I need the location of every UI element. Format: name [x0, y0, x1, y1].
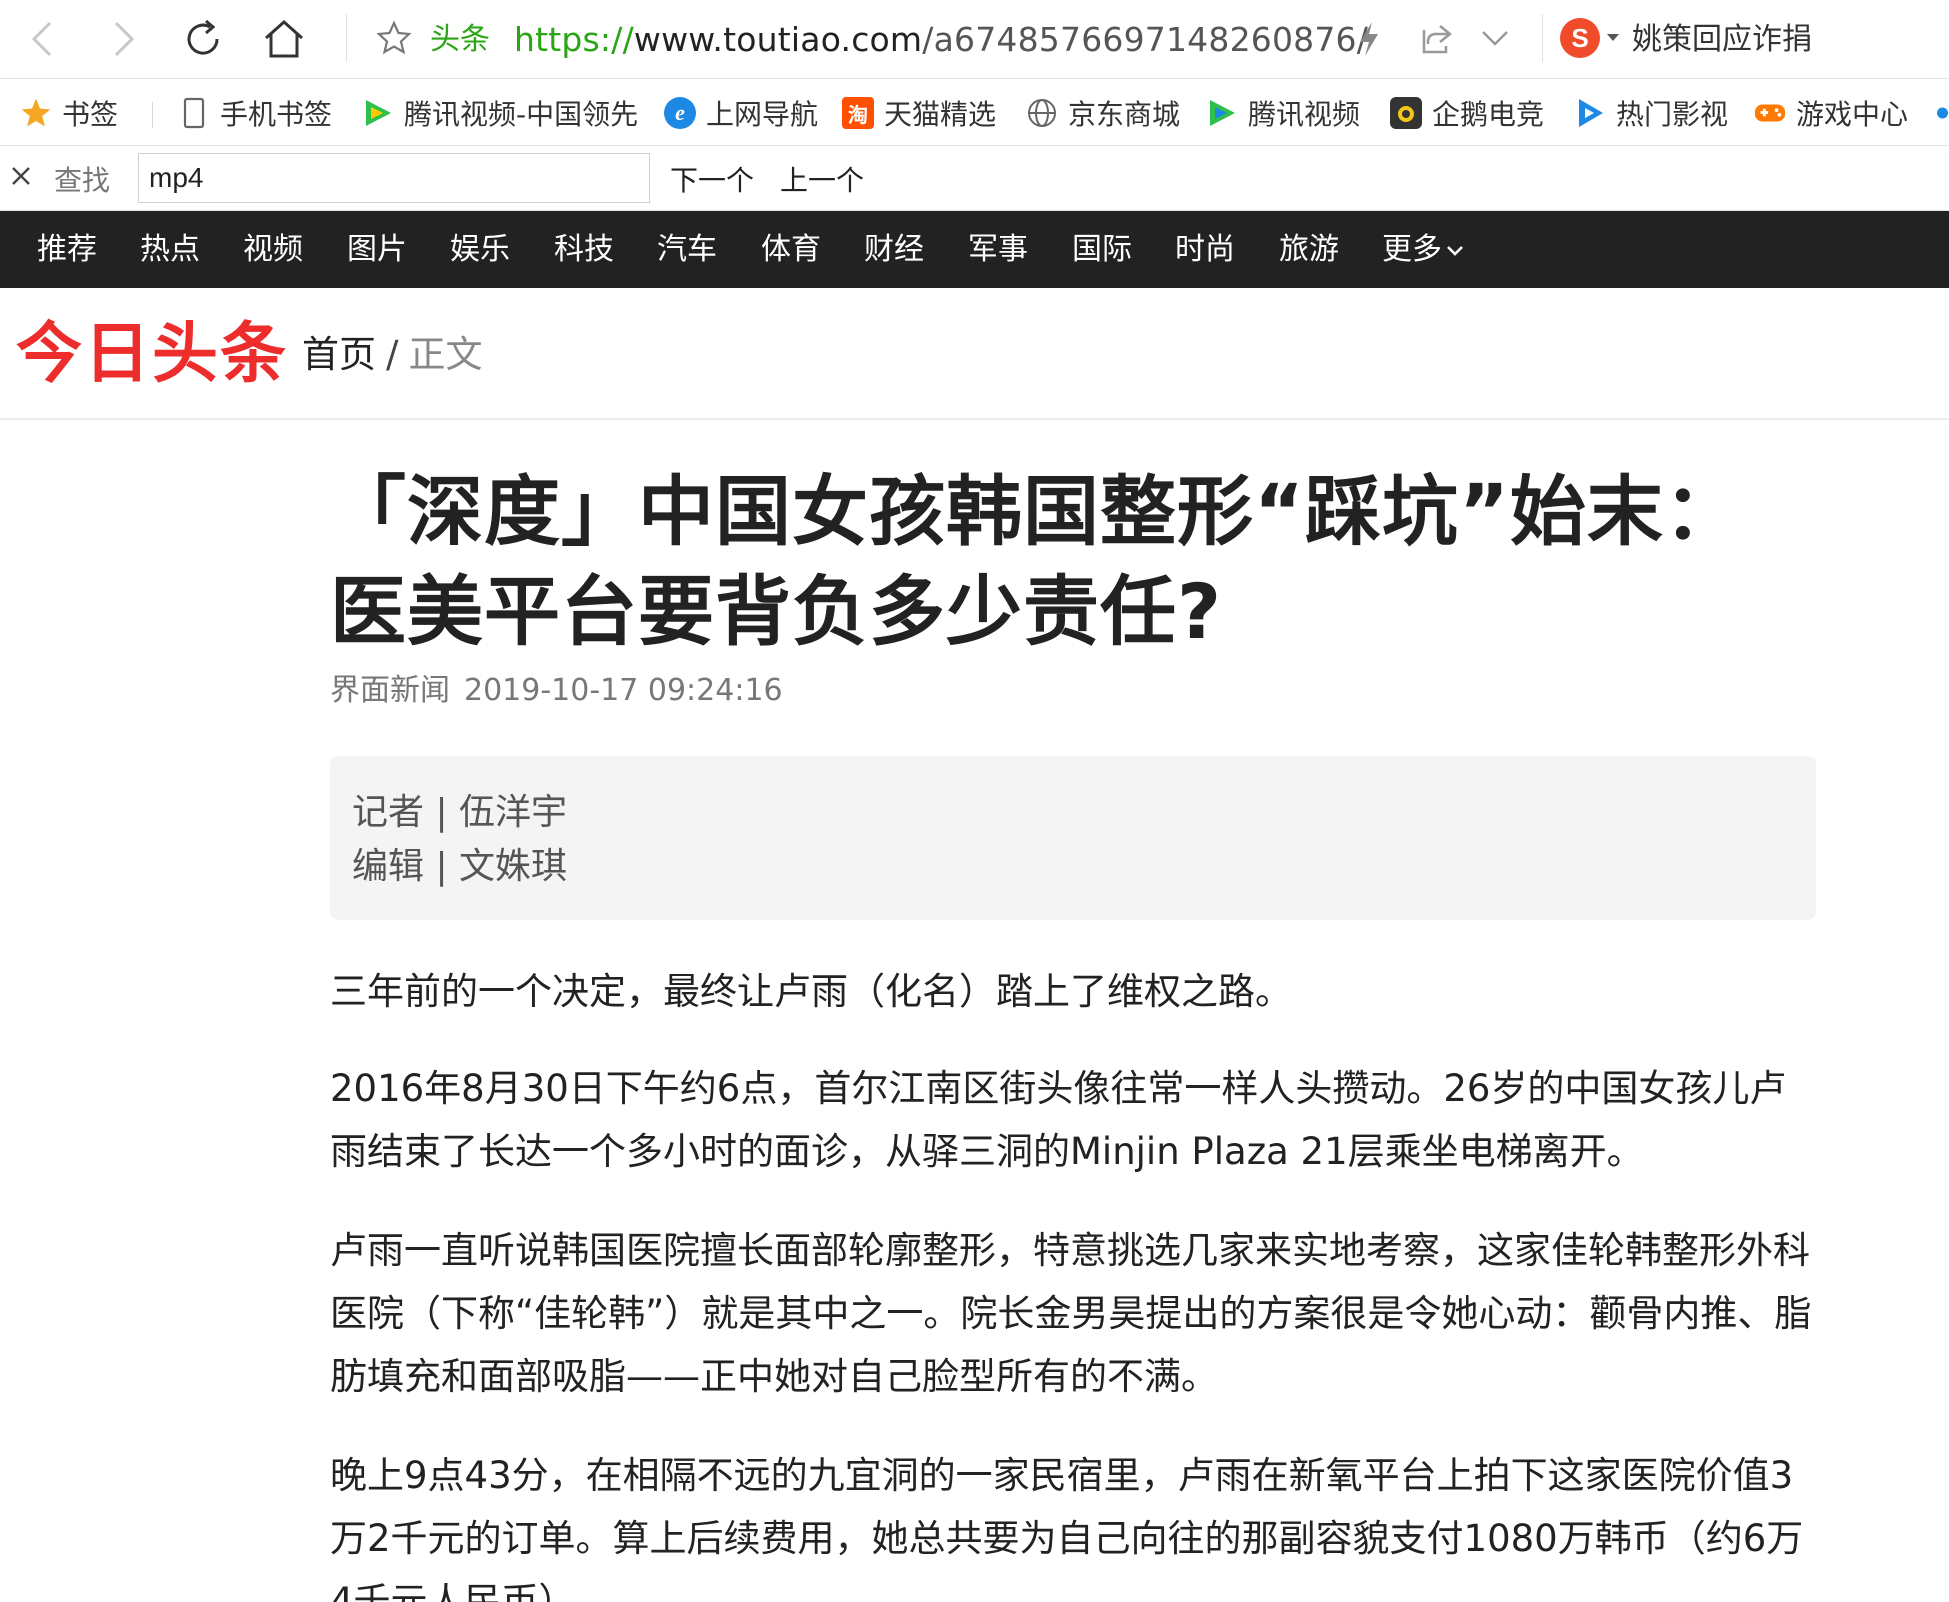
toolbar-divider — [346, 14, 347, 62]
more-bookmarks-icon — [1936, 97, 1949, 129]
channel-international[interactable]: 国际 — [1072, 211, 1132, 288]
find-bar: 查找 mp4 下一个 上一个 — [0, 147, 1949, 211]
find-next-button[interactable]: 下一个 — [670, 161, 754, 201]
forward-icon[interactable] — [104, 14, 144, 64]
channel-recommend[interactable]: 推荐 — [37, 211, 97, 288]
bookmark-tmall[interactable]: 淘 天猫精选 — [842, 92, 996, 134]
taobao-icon: 淘 — [842, 97, 874, 129]
tencent-video-icon — [362, 97, 394, 129]
breadcrumb-separator: / — [386, 333, 399, 376]
channel-fashion[interactable]: 时尚 — [1175, 211, 1235, 288]
channel-auto[interactable]: 汽车 — [657, 211, 717, 288]
reload-icon[interactable] — [180, 14, 226, 64]
home-icon[interactable] — [260, 14, 308, 64]
bookmarks-bar: 书签 手机书签 腾讯视频-中国领先 e 上网导航 淘 天猫精选 京东商城 腾讯视… — [0, 80, 1949, 146]
article-source[interactable]: 界面新闻 — [330, 673, 450, 708]
bookmark-label: 腾讯视频 — [1248, 98, 1361, 131]
caret-down-icon — [1607, 34, 1619, 41]
lightning-icon[interactable] — [1356, 20, 1382, 62]
bookmark-tencent-video-cn[interactable]: 腾讯视频-中国领先 — [362, 92, 638, 134]
article-title: 「深度」中国女孩韩国整形“踩坑”始末：医美平台要背负多少责任? — [330, 467, 1741, 656]
credits-box: 记者 | 伍洋宇 编辑 | 文姝琪 — [330, 756, 1816, 920]
channel-video[interactable]: 视频 — [243, 211, 303, 288]
breadcrumb-home[interactable]: 首页 — [302, 333, 376, 376]
find-input[interactable]: mp4 — [138, 153, 650, 203]
bookmark-label: 企鹅电竞 — [1432, 98, 1545, 131]
bookmark-jd[interactable]: 京东商城 — [1026, 92, 1180, 134]
chevron-down-icon[interactable] — [1480, 28, 1510, 52]
channel-hot[interactable]: 热点 — [140, 211, 200, 288]
bookmark-star-icon[interactable] — [376, 20, 412, 60]
credit-reporter: 记者 | 伍洋宇 — [352, 792, 568, 833]
star-icon — [20, 97, 52, 129]
credit-editor: 编辑 | 文姝琪 — [352, 846, 568, 887]
channel-finance[interactable]: 财经 — [864, 211, 924, 288]
bookmark-label: 上网导航 — [706, 98, 819, 131]
article-paragraph: 卢雨一直听说韩国医院擅长面部轮廓整形，特意挑选几家来实地考察，这家佳轮韩整形外科… — [330, 1229, 1812, 1398]
channel-nav: 推荐 热点 视频 图片 娱乐 科技 汽车 体育 财经 军事 国际 时尚 旅游 更… — [0, 211, 1949, 288]
bookmark-label: 天猫精选 — [884, 98, 997, 131]
back-icon[interactable] — [22, 14, 62, 64]
bookmark-label: 京东商城 — [1068, 98, 1181, 131]
ie-icon: e — [664, 97, 696, 129]
site-tag: 头条 — [430, 22, 490, 57]
channel-more[interactable]: 更多 — [1382, 211, 1464, 288]
url-domain: www.toutiao.com — [633, 20, 923, 59]
article-paragraph: 晚上9点43分，在相隔不远的九宜洞的一家民宿里，卢雨在新氧平台上拍下这家医院价值… — [330, 1454, 1804, 1602]
article-paragraph: 2016年8月30日下午约6点，首尔江南区街头像往常一样人头攒动。26岁的中国女… — [330, 1067, 1787, 1173]
bookmark-label: 热门影视 — [1616, 98, 1729, 131]
bookmarks-divider — [152, 102, 153, 128]
channel-tech[interactable]: 科技 — [554, 211, 614, 288]
find-prev-button[interactable]: 上一个 — [780, 161, 864, 201]
url-field[interactable]: https://www.toutiao.com/a674857669714826… — [514, 18, 1368, 62]
article-paragraph: 三年前的一个决定，最终让卢雨（化名）踏上了维权之路。 — [330, 970, 1292, 1013]
sogou-logo-icon: S — [1560, 18, 1600, 58]
article-meta: 界面新闻 2019-10-17 09:24:16 — [330, 670, 783, 712]
gamepad-icon — [1754, 97, 1786, 129]
bookmark-overflow[interactable] — [1936, 92, 1949, 134]
bookmark-label: 书签 — [62, 98, 119, 131]
bookmark-hot-movies[interactable]: 热门影视 — [1574, 92, 1728, 134]
channel-travel[interactable]: 旅游 — [1279, 211, 1339, 288]
tencent-video-icon — [1206, 97, 1238, 129]
bookmark-label: 手机书签 — [220, 98, 333, 131]
bookmark-tencent-video[interactable]: 腾讯视频 — [1206, 92, 1360, 134]
address-bar: 头条 https://www.toutiao.com/a674857669714… — [0, 0, 1949, 79]
bookmark-nav[interactable]: e 上网导航 — [664, 92, 818, 134]
find-label: 查找 — [54, 164, 111, 197]
globe-icon — [1026, 97, 1058, 129]
url-path: /a6748576697148260876/ — [922, 20, 1369, 59]
bookmark-game-center[interactable]: 游戏中心 — [1754, 92, 1908, 134]
bookmark-label: 腾讯视频-中国领先 — [404, 98, 639, 131]
bookmark-label: 游戏中心 — [1796, 98, 1909, 131]
url-scheme: https:// — [514, 20, 634, 59]
page-header: 今日头条 首页 / 正文 — [0, 288, 1949, 420]
channel-pictures[interactable]: 图片 — [347, 211, 407, 288]
search-engine-selector[interactable]: S — [1560, 18, 1620, 58]
breadcrumb: 首页 / 正文 — [302, 330, 482, 380]
channel-military[interactable]: 军事 — [968, 211, 1028, 288]
bookmark-penguin-esports[interactable]: 企鹅电竞 — [1390, 92, 1544, 134]
share-icon[interactable] — [1418, 20, 1454, 60]
toutiao-logo[interactable]: 今日头条 — [16, 314, 288, 394]
chevron-down-icon — [1447, 245, 1463, 256]
penguin-esports-icon — [1390, 97, 1422, 129]
breadcrumb-current: 正文 — [408, 333, 483, 376]
hot-search-suggestion[interactable]: 姚策回应诈捐 — [1632, 18, 1812, 62]
close-icon[interactable] — [10, 163, 32, 193]
channel-entertainment[interactable]: 娱乐 — [450, 211, 510, 288]
toolbar-divider — [1542, 14, 1543, 62]
bookmark-mobile[interactable]: 手机书签 — [178, 92, 332, 134]
bookmark-bookmarks[interactable]: 书签 — [20, 92, 118, 134]
article-time: 2019-10-17 09:24:16 — [464, 673, 783, 708]
phone-icon — [178, 97, 210, 129]
channel-sports[interactable]: 体育 — [761, 211, 821, 288]
channel-more-label: 更多 — [1382, 232, 1442, 267]
play-icon — [1574, 97, 1606, 129]
